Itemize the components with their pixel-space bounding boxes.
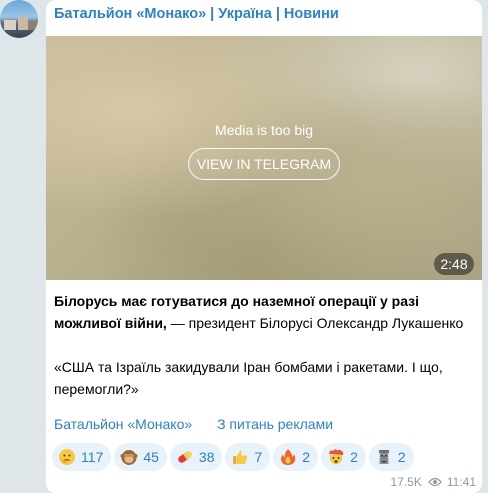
video-duration-badge: 2:48 (434, 253, 474, 275)
ads-contact-link[interactable]: З питань реклами (217, 416, 333, 432)
pill-emoji-icon (178, 451, 192, 463)
reaction-count: 2 (350, 449, 358, 465)
reaction-thinking[interactable]: 117 (52, 443, 112, 471)
view-in-telegram-button[interactable]: VIEW IN TELEGRAM (188, 148, 340, 180)
reaction-count: 117 (81, 449, 104, 465)
post-quote: «США та Ізраїль закидували Іран бомбами … (54, 359, 443, 397)
video-media-preview[interactable]: Media is too big VIEW IN TELEGRAM 2:48 (46, 36, 482, 280)
channel-title[interactable]: Батальйон «Монако» | Україна | Новини (54, 6, 339, 22)
channel-avatar[interactable] (0, 0, 38, 38)
message-meta: 17.5K 11:41 (391, 475, 477, 489)
reaction-exploding-head[interactable]: 2 (321, 443, 366, 471)
channel-link[interactable]: Батальйон «Монако» (54, 416, 192, 432)
message-time: 11:41 (446, 475, 476, 489)
reaction-monkey[interactable]: 45 (114, 443, 167, 471)
eye-icon (428, 477, 442, 487)
reaction-count: 7 (254, 449, 263, 465)
reaction-thumbs-up[interactable]: 7 (225, 443, 271, 471)
avatar-building (4, 20, 16, 30)
post-attribution: — президент Білорусі Олександр Лукашенко (166, 315, 464, 331)
reaction-count: 45 (143, 449, 159, 465)
reactions-bar: 117 45 38 7 2 2 2 (52, 443, 417, 471)
avatar-building (28, 22, 38, 30)
post-links: Батальйон «Монако» З питань реклами (54, 416, 354, 432)
media-too-big-notice: Media is too big (214, 122, 314, 138)
moai-emoji-icon (378, 450, 389, 464)
message-bubble: Батальйон «Монако» | Україна | Новини Me… (46, 0, 482, 493)
thinking-face-emoji-icon (59, 449, 75, 465)
reaction-count: 38 (198, 449, 215, 465)
reaction-count: 2 (397, 449, 406, 465)
view-count: 17.5K (390, 475, 422, 489)
reaction-fire[interactable]: 2 (273, 443, 319, 471)
avatar-building (18, 17, 28, 30)
post-text: Білорусь має готуватися до наземної опер… (54, 290, 478, 400)
reaction-count: 2 (302, 449, 311, 465)
fire-emoji-icon (281, 449, 296, 465)
reaction-pill[interactable]: 38 (169, 443, 223, 471)
see-no-evil-monkey-emoji-icon (120, 450, 138, 465)
reaction-moai[interactable]: 2 (368, 443, 414, 471)
exploding-head-emoji-icon (329, 449, 344, 465)
thumbs-up-emoji-icon (233, 450, 248, 464)
post-first-paragraph: Білорусь має готуватися до наземної опер… (54, 290, 478, 334)
